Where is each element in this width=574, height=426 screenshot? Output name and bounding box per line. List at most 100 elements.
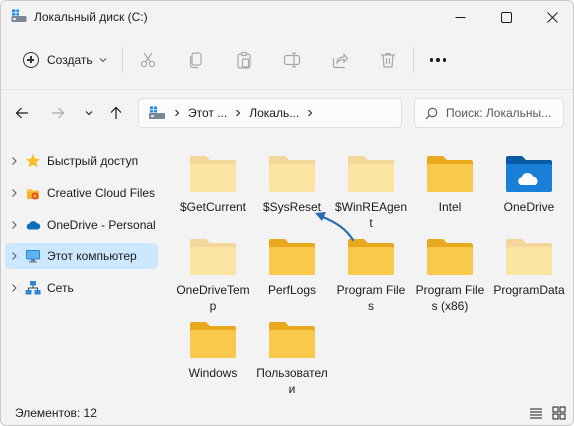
folder-item[interactable]: Intel: [413, 154, 487, 215]
folder-item[interactable]: $SysReset: [255, 154, 329, 215]
folder-name: Windows: [188, 366, 238, 380]
title-bar: Локальный диск (C:): [1, 1, 573, 33]
file-list: $GetCurrent $SysReset $WinREAgent Intel …: [161, 141, 573, 399]
drive-icon: [149, 106, 165, 119]
rename-icon: [283, 52, 301, 68]
copy-icon: [189, 52, 202, 69]
chevron-down-icon: [85, 111, 93, 116]
share-button[interactable]: [329, 49, 351, 71]
chevron-right-icon[interactable]: [9, 220, 19, 230]
chevron-right-icon[interactable]: [9, 283, 19, 293]
breadcrumb-this-pc[interactable]: Этот ...: [188, 106, 227, 120]
drive-icon: [11, 9, 27, 22]
folder-item[interactable]: $GetCurrent: [176, 154, 250, 215]
folder-name: Program Files: [336, 283, 406, 313]
more-icon-dot: [442, 58, 447, 62]
window-title: Локальный диск (C:): [34, 10, 148, 24]
folder-name: Program Files (x86): [415, 283, 485, 313]
sidebar-item-this-pc[interactable]: Этот компьютер: [5, 243, 158, 269]
folder-icon: [348, 239, 394, 275]
chevron-right-icon[interactable]: [9, 156, 19, 166]
search-box[interactable]: [414, 98, 564, 128]
minimize-button[interactable]: [437, 1, 483, 33]
copy-button[interactable]: [185, 49, 207, 71]
folder-item[interactable]: ProgramData: [492, 237, 566, 298]
sidebar-item-quick-access[interactable]: Быстрый доступ: [5, 148, 158, 174]
details-view-icon: [530, 408, 542, 419]
navigation-pane: Быстрый доступ Creative Cloud Files OneD…: [1, 141, 161, 396]
large-icons-view-icon: [552, 406, 566, 420]
folder-item[interactable]: Program Files: [334, 237, 408, 314]
back-button[interactable]: [10, 101, 34, 125]
navigation-bar: Этот ... Локаль...: [1, 93, 573, 133]
folder-item[interactable]: OneDriveTemp: [176, 237, 250, 314]
address-bar[interactable]: Этот ... Локаль...: [138, 98, 402, 128]
rename-button[interactable]: [281, 49, 303, 71]
folder-name: $GetCurrent: [179, 200, 247, 214]
folder-icon: [427, 156, 473, 192]
folder-item[interactable]: Program Files (x86): [413, 237, 487, 314]
folder-name: $SysReset: [262, 200, 322, 214]
folder-icon: [190, 239, 236, 275]
folder-name: ProgramData: [493, 283, 565, 297]
onedrive-cloud-icon: [25, 217, 41, 233]
status-bar: Элементов: 12: [1, 401, 573, 425]
paste-button[interactable]: [233, 49, 255, 71]
folder-item[interactable]: OneDrive: [492, 154, 566, 215]
sidebar-item-label: Сеть: [47, 281, 74, 295]
folder-name: $WinREAgent: [334, 200, 408, 230]
folder-name: OneDrive: [503, 200, 555, 214]
search-icon: [425, 107, 438, 119]
chevron-right-icon: [175, 109, 180, 117]
star-icon: [25, 153, 41, 169]
chevron-right-icon[interactable]: [9, 251, 19, 261]
plus-circle-icon: [23, 52, 39, 68]
maximize-button[interactable]: [483, 1, 529, 33]
folder-item[interactable]: PerfLogs: [255, 237, 329, 298]
delete-icon: [381, 52, 395, 68]
folder-icon: [427, 239, 473, 275]
create-button[interactable]: Создать: [13, 45, 111, 75]
cut-icon: [140, 52, 156, 68]
folder-icon: [190, 322, 236, 358]
cut-button[interactable]: [137, 49, 159, 71]
recent-locations-button[interactable]: [77, 101, 101, 125]
up-button[interactable]: [104, 101, 128, 125]
more-icon: [429, 58, 434, 62]
folder-item[interactable]: $WinREAgent: [334, 154, 408, 231]
chevron-down-icon: [99, 58, 106, 63]
close-button[interactable]: [529, 1, 573, 33]
folder-item[interactable]: Пользователи: [255, 320, 329, 397]
sidebar-item-creative-cloud[interactable]: Creative Cloud Files: [5, 180, 158, 206]
maximize-icon: [500, 11, 512, 23]
sidebar-item-onedrive[interactable]: OneDrive - Personal: [5, 212, 158, 238]
folder-item[interactable]: Windows: [176, 320, 250, 381]
create-button-label: Создать: [47, 53, 93, 67]
chevron-right-icon[interactable]: [9, 188, 19, 198]
folder-name: Пользователи: [256, 366, 328, 396]
sidebar-item-network[interactable]: Сеть: [5, 275, 158, 301]
paste-icon: [237, 51, 251, 69]
search-input[interactable]: [446, 106, 561, 120]
folder-icon: [269, 156, 315, 192]
details-view-button[interactable]: [528, 405, 544, 421]
large-icons-view-button[interactable]: [551, 405, 567, 421]
delete-button[interactable]: [377, 49, 399, 71]
folder-icon: [269, 322, 315, 358]
folder-name: PerfLogs: [267, 283, 317, 297]
computer-icon: [25, 248, 41, 264]
breadcrumb-local-disk[interactable]: Локаль...: [249, 106, 299, 120]
folder-icon: [269, 239, 315, 275]
arrow-right-icon: [52, 107, 65, 119]
command-bar: Создать: [1, 35, 573, 85]
more-options-button[interactable]: [425, 49, 451, 71]
arrow-left-icon: [15, 107, 28, 119]
share-icon: [332, 52, 349, 69]
creative-cloud-icon: [25, 185, 41, 201]
folder-name: OneDriveTemp: [176, 283, 250, 313]
forward-button[interactable]: [46, 101, 70, 125]
explorer-window: Локальный диск (C:) Создать Этот ... Лок…: [0, 0, 574, 426]
item-count: Элементов: 12: [15, 406, 97, 420]
more-icon-dot: [436, 58, 440, 62]
onedrive-folder-icon: [506, 156, 552, 192]
